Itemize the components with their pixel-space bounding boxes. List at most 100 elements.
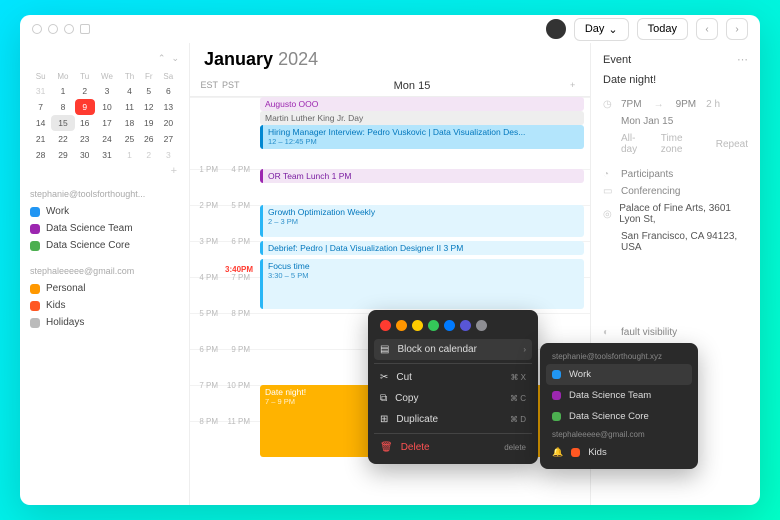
mini-day[interactable]: 19 xyxy=(140,115,158,131)
traffic-light-min[interactable] xyxy=(48,24,58,34)
mini-day[interactable]: 1 xyxy=(51,83,74,99)
submenu-calendar[interactable]: Data Science Team xyxy=(546,385,692,406)
mini-day[interactable]: 25 xyxy=(119,131,140,147)
event-block[interactable]: OR Team Lunch 1 PM xyxy=(260,169,584,183)
mini-day[interactable]: 22 xyxy=(51,131,74,147)
mini-day[interactable]: 4 xyxy=(119,83,140,99)
calendar-item[interactable]: Holidays xyxy=(30,314,179,331)
mini-day[interactable]: 31 xyxy=(30,83,51,99)
menu-copy[interactable]: ⧉Copy⌘ C xyxy=(374,388,532,409)
duplicate-icon: ⊞ xyxy=(380,414,388,425)
calendar-color-swatch xyxy=(571,448,580,457)
event-block[interactable]: Hiring Manager Interview: Pedro Vuskovic… xyxy=(260,125,584,149)
color-option[interactable] xyxy=(380,320,391,331)
traffic-light-max[interactable] xyxy=(64,24,74,34)
more-icon[interactable]: ⋯ xyxy=(737,53,748,66)
mini-day[interactable]: 13 xyxy=(158,99,179,115)
hour-est: 3 PM xyxy=(190,237,222,246)
sidebar-toggle-icon[interactable] xyxy=(80,24,90,34)
mini-day[interactable]: 3 xyxy=(158,147,179,163)
event-title: Hiring Manager Interview: Pedro Vuskovic… xyxy=(268,127,579,137)
color-option[interactable] xyxy=(460,320,471,331)
mini-day[interactable]: 6 xyxy=(158,83,179,99)
submenu-calendar[interactable]: Data Science Core xyxy=(546,406,692,427)
chevron-up-icon[interactable]: ⌃ xyxy=(158,53,166,64)
next-button[interactable]: › xyxy=(726,18,748,40)
traffic-light-close[interactable] xyxy=(32,24,42,34)
menu-duplicate[interactable]: ⊞Duplicate⌘ D xyxy=(374,409,532,430)
mini-day[interactable]: 10 xyxy=(95,99,119,115)
mini-day[interactable]: 26 xyxy=(140,131,158,147)
event-block[interactable]: Martin Luther King Jr. Day xyxy=(260,111,584,125)
view-selector[interactable]: Day⌄ xyxy=(574,18,629,41)
mini-day[interactable]: 28 xyxy=(30,147,51,163)
now-indicator: 3:40PM xyxy=(225,265,253,274)
calendar-item[interactable]: Data Science Team xyxy=(30,220,179,237)
mini-day[interactable]: 9 xyxy=(75,99,95,115)
chevron-right-icon: › xyxy=(523,345,526,354)
chevron-down-icon[interactable]: ⌄ xyxy=(171,53,179,64)
mini-day[interactable]: 5 xyxy=(140,83,158,99)
mini-day[interactable]: 12 xyxy=(140,99,158,115)
event-time: 2 – 3 PM xyxy=(268,217,579,226)
add-calendar-icon[interactable]: + xyxy=(30,163,179,177)
event-block[interactable]: Growth Optimization Weekly2 – 3 PM xyxy=(260,205,584,237)
color-option[interactable] xyxy=(412,320,423,331)
mini-day[interactable]: 1 xyxy=(119,147,140,163)
event-title[interactable]: Date night! xyxy=(603,74,748,86)
add-event-icon[interactable]: + xyxy=(570,80,590,92)
mini-day[interactable]: 20 xyxy=(158,115,179,131)
mini-day[interactable]: 14 xyxy=(30,115,51,131)
hour-est: 7 PM xyxy=(190,381,222,390)
menu-block-on-calendar[interactable]: ▤Block on calendar› xyxy=(374,339,532,360)
mini-day[interactable]: 2 xyxy=(75,83,95,99)
mini-day[interactable]: 21 xyxy=(30,131,51,147)
mini-calendar[interactable]: SuMoTuWeThFrSa31123456789101112131415161… xyxy=(30,70,179,163)
arrow-right-icon: → xyxy=(654,99,664,110)
person-icon: ◔ xyxy=(603,169,615,180)
mini-day[interactable]: 23 xyxy=(75,131,95,147)
mini-day[interactable]: 29 xyxy=(51,147,74,163)
mini-day[interactable]: 27 xyxy=(158,131,179,147)
mini-day[interactable]: 31 xyxy=(95,147,119,163)
calendar-name: Work xyxy=(46,206,69,217)
menu-cut[interactable]: ✂Cut⌘ X xyxy=(374,367,532,388)
mini-day[interactable]: 2 xyxy=(140,147,158,163)
calendar-item[interactable]: Data Science Core xyxy=(30,237,179,254)
color-option[interactable] xyxy=(444,320,455,331)
visibility-icon: ◐ xyxy=(603,327,615,338)
chevron-down-icon: ⌄ xyxy=(608,23,617,36)
calendar-color-swatch xyxy=(30,207,40,217)
color-option[interactable] xyxy=(476,320,487,331)
submenu-calendar[interactable]: 🔔Kids xyxy=(546,442,692,463)
event-block[interactable]: Focus time3:30 – 5 PM xyxy=(260,259,584,309)
submenu-calendar[interactable]: Work xyxy=(546,364,692,385)
event-block[interactable]: Augusto OOO xyxy=(260,97,584,111)
calendar-name: Data Science Core xyxy=(569,411,649,422)
color-option[interactable] xyxy=(428,320,439,331)
event-block[interactable]: Debrief: Pedro | Data Visualization Desi… xyxy=(260,241,584,255)
mini-day[interactable]: 3 xyxy=(95,83,119,99)
mini-day[interactable]: 16 xyxy=(75,115,95,131)
mini-day[interactable]: 17 xyxy=(95,115,119,131)
calendar-item[interactable]: Kids xyxy=(30,297,179,314)
calendar-item[interactable]: Personal xyxy=(30,280,179,297)
mini-day[interactable]: 18 xyxy=(119,115,140,131)
bell-icon: 🔔 xyxy=(552,447,563,458)
avatar[interactable] xyxy=(546,19,566,39)
view-label: Day xyxy=(585,23,605,35)
prev-button[interactable]: ‹ xyxy=(696,18,718,40)
menu-delete[interactable]: 🗑Deletedelete xyxy=(374,437,532,458)
calendar-item[interactable]: Work xyxy=(30,203,179,220)
mini-day[interactable]: 30 xyxy=(75,147,95,163)
today-button[interactable]: Today xyxy=(637,18,688,40)
hour-est: 4 PM xyxy=(190,273,222,282)
day-header: EST PST Mon 15 + xyxy=(190,76,590,97)
mini-day[interactable]: 15 xyxy=(51,115,74,131)
mini-day[interactable]: 8 xyxy=(51,99,74,115)
hour-est: 2 PM xyxy=(190,201,222,210)
mini-day[interactable]: 7 xyxy=(30,99,51,115)
mini-day[interactable]: 11 xyxy=(119,99,140,115)
color-option[interactable] xyxy=(396,320,407,331)
mini-day[interactable]: 24 xyxy=(95,131,119,147)
